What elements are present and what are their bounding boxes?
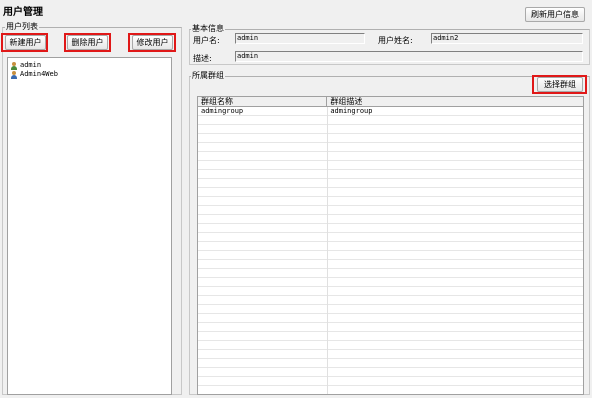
username-field[interactable]: admin	[235, 33, 365, 44]
groups-table[interactable]: 群组名称 群组描述 admingroup admingroup	[197, 96, 584, 395]
table-gridlines	[198, 107, 583, 394]
user-item-admin[interactable]: admin	[10, 61, 41, 70]
basic-info-legend: 基本信息	[191, 24, 225, 34]
edit-user-highlight	[128, 33, 176, 52]
user-icon	[10, 70, 18, 79]
user-item-label: Admin4Web	[20, 70, 58, 78]
username-label: 用户名:	[193, 36, 220, 45]
delete-user-highlight	[64, 33, 111, 52]
cell-group-desc: admingroup	[330, 107, 373, 115]
fullname-field[interactable]: admin2	[431, 33, 583, 44]
column-header-group-name[interactable]: 群组名称	[198, 97, 328, 107]
new-user-highlight	[1, 33, 48, 52]
description-field[interactable]: admin	[235, 51, 583, 62]
user-item-label: admin	[20, 61, 42, 69]
select-group-highlight	[532, 75, 587, 94]
cell-group-name: admingroup	[201, 107, 244, 115]
page-title: 用户管理	[3, 7, 43, 18]
column-header-group-desc[interactable]: 群组描述	[327, 97, 583, 107]
groups-legend: 所属群组	[191, 71, 225, 81]
user-icon	[10, 61, 18, 70]
user-item-admin4web[interactable]: Admin4Web	[10, 70, 58, 79]
user-list-legend: 用户列表	[5, 22, 39, 32]
table-row[interactable]: admingroup admingroup	[198, 107, 583, 116]
refresh-user-info-button[interactable]: 刷新用户信息	[525, 7, 585, 22]
fullname-label: 用户姓名:	[378, 36, 413, 45]
column-separator	[327, 107, 328, 394]
table-header: 群组名称 群组描述	[198, 97, 583, 107]
description-label: 描述:	[193, 54, 212, 63]
user-tree[interactable]: admin Admin4Web	[7, 57, 172, 395]
